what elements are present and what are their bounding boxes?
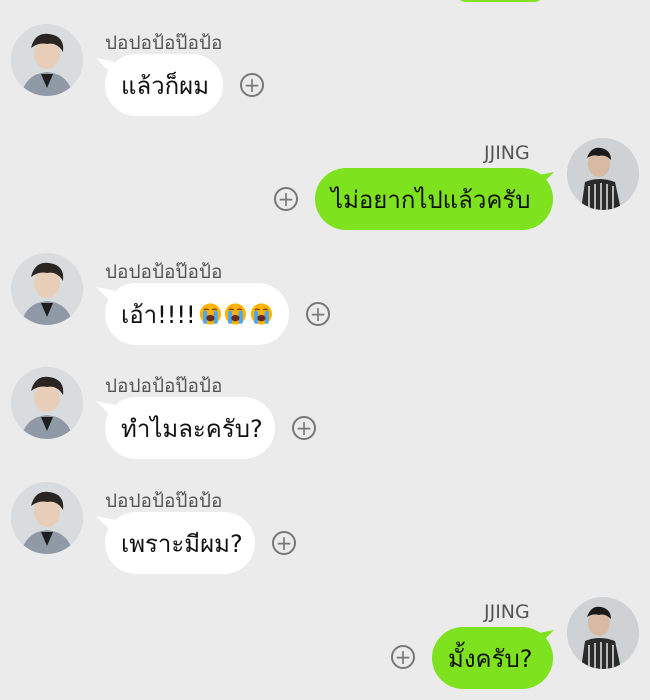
message-text: ทำไมละครับ? (121, 414, 263, 443)
message-text: เอ้า!!!! (121, 300, 196, 329)
circled-plus-icon: + (275, 531, 293, 555)
message-bubble[interactable]: เพราะมีผม? (105, 512, 255, 574)
circled-plus-icon: + (309, 302, 327, 326)
avatar-photo-icon (11, 482, 83, 554)
avatar-photo-icon (567, 138, 639, 210)
message-text: มั้งครับ? (448, 644, 533, 673)
add-reaction-button[interactable]: + (292, 416, 316, 440)
avatar-photo-icon (11, 367, 83, 439)
avatar-photo-icon (11, 24, 83, 96)
sender-avatar[interactable] (11, 24, 83, 96)
own-avatar[interactable] (567, 138, 639, 210)
loudly-crying-face-icon (225, 303, 247, 325)
sender-name: JJING (484, 601, 530, 623)
loudly-crying-face-icon (199, 303, 221, 325)
add-reaction-button[interactable]: + (391, 645, 415, 669)
loudly-crying-face-icon (251, 303, 273, 325)
add-reaction-button[interactable]: + (306, 302, 330, 326)
message-bubble[interactable]: ไม่อยากไปแล้วครับ (315, 168, 553, 230)
sender-avatar[interactable] (11, 482, 83, 554)
message-bubble[interactable]: แล้วก็ผม (105, 54, 223, 116)
add-reaction-button[interactable]: + (240, 73, 264, 97)
avatar-photo-icon (567, 597, 639, 669)
sender-avatar[interactable] (11, 367, 83, 439)
message-bubble[interactable]: ทำไมละครับ? (105, 397, 275, 459)
circled-plus-icon: + (277, 187, 295, 211)
avatar-photo-icon (11, 253, 83, 325)
message-text: เพราะมีผม? (121, 529, 243, 558)
circled-plus-icon: + (295, 416, 313, 440)
previous-message-bubble (456, 0, 544, 2)
own-avatar[interactable] (567, 597, 639, 669)
message-bubble[interactable]: มั้งครับ? (432, 627, 553, 689)
message-text: แล้วก็ผม (121, 71, 210, 100)
add-reaction-button[interactable]: + (274, 187, 298, 211)
message-bubble[interactable]: เอ้า!!!! (105, 283, 289, 345)
message-text: ไม่อยากไปแล้วครับ (331, 185, 531, 214)
sender-name: JJING (484, 142, 530, 164)
circled-plus-icon: + (394, 645, 412, 669)
sender-avatar[interactable] (11, 253, 83, 325)
circled-plus-icon: + (243, 73, 261, 97)
add-reaction-button[interactable]: + (272, 531, 296, 555)
